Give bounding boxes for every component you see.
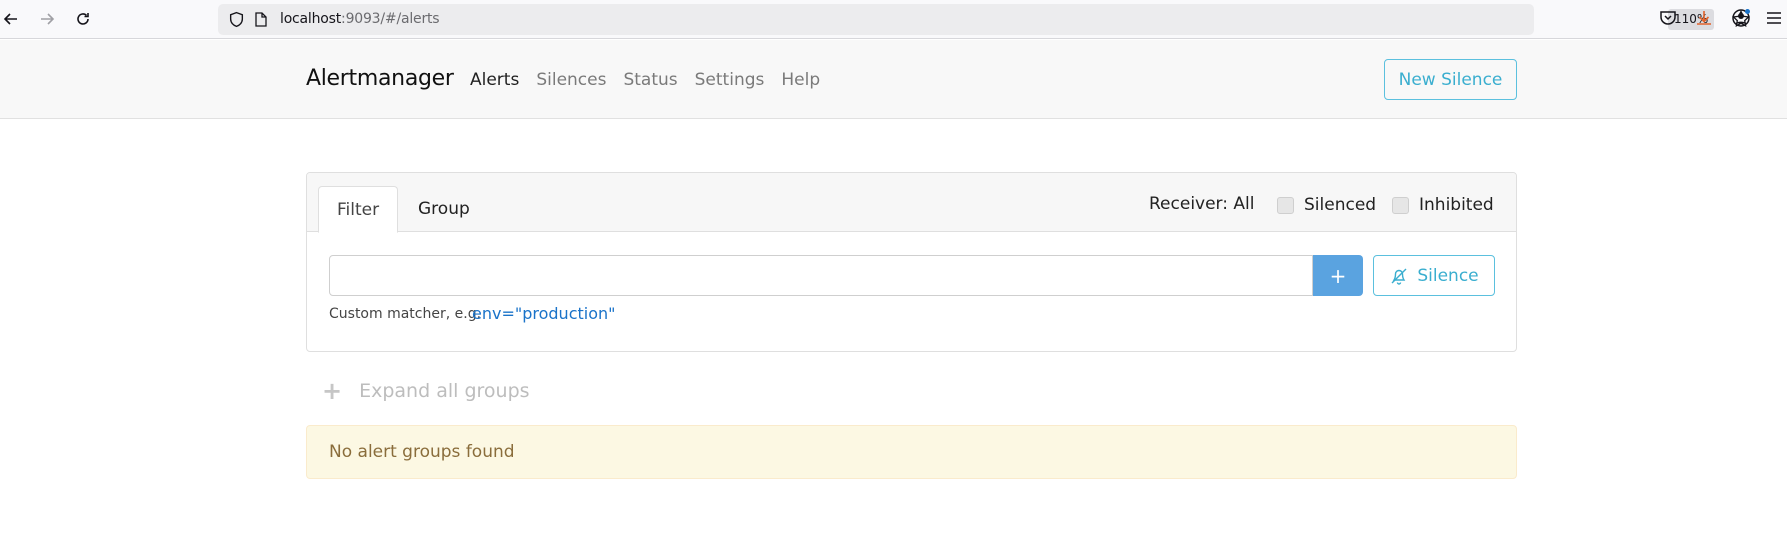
nav-alerts[interactable]: Alerts: [470, 70, 519, 90]
receiver-selector[interactable]: Receiver: All: [1149, 194, 1254, 214]
pocket-icon[interactable]: [1658, 8, 1678, 28]
nav-silences[interactable]: Silences: [536, 70, 606, 90]
filter-input[interactable]: [329, 255, 1313, 296]
inhibited-label: Inhibited: [1419, 195, 1494, 215]
inhibited-checkbox[interactable]: Inhibited: [1392, 195, 1494, 215]
tab-group[interactable]: Group: [400, 186, 488, 232]
no-alert-groups-message: No alert groups found: [306, 425, 1517, 479]
browser-toolbar: localhost:9093/#/alerts 110%: [0, 0, 1787, 39]
forward-button[interactable]: [34, 6, 60, 32]
reload-button[interactable]: [70, 6, 96, 32]
url-text[interactable]: localhost:9093/#/alerts: [280, 11, 440, 27]
add-matcher-button[interactable]: +: [1313, 255, 1363, 296]
account-icon[interactable]: [1731, 8, 1751, 28]
silenced-checkbox-box[interactable]: [1277, 196, 1294, 214]
expand-all-label: Expand all groups: [359, 380, 530, 402]
matcher-hint: Custom matcher, e.g.: [329, 306, 482, 322]
app-navbar: Alertmanager Alerts Silences Status Sett…: [0, 40, 1787, 119]
back-arrow-icon: [3, 13, 17, 25]
silence-button-label: Silence: [1417, 265, 1479, 286]
download-icon[interactable]: [1694, 8, 1714, 28]
url-path: :9093/#/alerts: [341, 11, 440, 27]
menu-icon[interactable]: [1764, 8, 1784, 28]
reload-icon: [77, 13, 89, 25]
silence-button[interactable]: Silence: [1373, 255, 1495, 296]
address-bar[interactable]: localhost:9093/#/alerts 110%: [218, 4, 1750, 35]
new-silence-button[interactable]: New Silence: [1384, 59, 1517, 100]
filter-card: Filter Group Receiver: All Silenced Inhi…: [306, 172, 1517, 352]
nav-status[interactable]: Status: [623, 70, 677, 90]
matcher-example-link[interactable]: env="production": [472, 304, 616, 323]
back-button[interactable]: [0, 6, 24, 32]
card-header: Filter Group Receiver: All Silenced Inhi…: [307, 173, 1516, 233]
brand-logo[interactable]: Alertmanager: [306, 66, 454, 91]
nav-settings[interactable]: Settings: [695, 70, 765, 90]
bell-slash-icon: [1391, 268, 1407, 285]
url-host: localhost: [280, 11, 342, 27]
silenced-checkbox[interactable]: Silenced: [1277, 195, 1376, 215]
tab-filter[interactable]: Filter: [318, 186, 399, 233]
silenced-label: Silenced: [1304, 195, 1377, 215]
inhibited-checkbox-box[interactable]: [1392, 196, 1409, 214]
shield-icon[interactable]: [228, 11, 245, 28]
plus-icon: +: [322, 377, 343, 405]
main-nav: Alerts Silences Status Settings Help: [470, 70, 837, 90]
page-icon: [255, 12, 267, 27]
expand-all-groups[interactable]: + Expand all groups: [322, 377, 530, 405]
forward-arrow-icon: [41, 13, 55, 25]
nav-help[interactable]: Help: [781, 70, 820, 90]
